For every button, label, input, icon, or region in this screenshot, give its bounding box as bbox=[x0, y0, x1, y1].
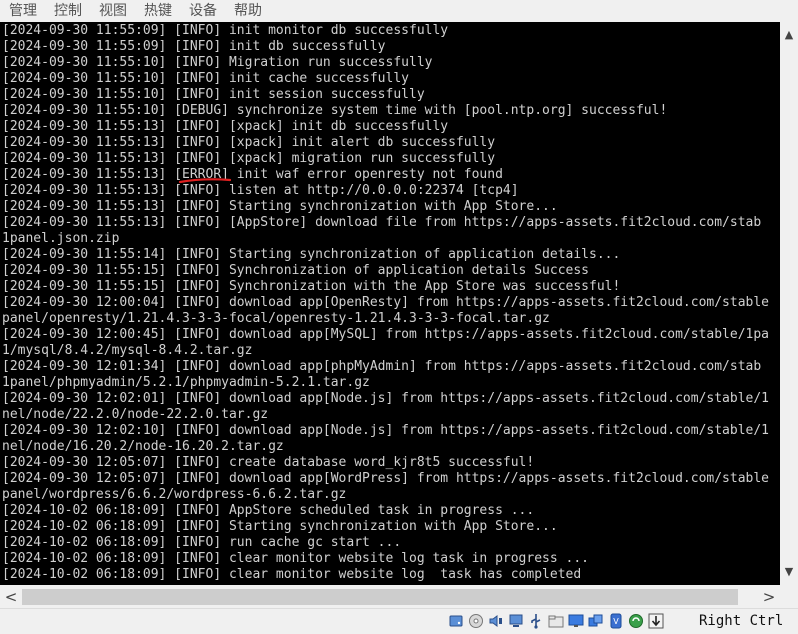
menu-bar: 管理 控制 视图 热键 设备 帮助 bbox=[0, 0, 798, 22]
menu-devices[interactable]: 设备 bbox=[180, 0, 225, 22]
vertical-scrollbar[interactable]: ▲ ▼ bbox=[780, 22, 798, 585]
shared-folders-icon[interactable] bbox=[547, 612, 565, 630]
console-line: [2024-09-30 11:55:13] [INFO] [xpack] ini… bbox=[2, 119, 449, 134]
console-line: [2024-09-30 12:05:07] [INFO] download ap… bbox=[2, 471, 770, 486]
console-line: [2024-09-30 12:02:10] [INFO] download ap… bbox=[2, 423, 770, 438]
scroll-left-arrow[interactable]: < bbox=[2, 586, 20, 608]
console-line: [2024-10-02 06:18:09] [INFO] clear monit… bbox=[2, 567, 582, 582]
scroll-down-arrow[interactable]: ▼ bbox=[780, 563, 798, 581]
menu-view[interactable]: 视图 bbox=[90, 0, 135, 22]
console-line: [2024-09-30 11:55:13] [INFO] [AppStore] … bbox=[2, 215, 762, 230]
console-line: [2024-09-30 11:55:10] [INFO] init cache … bbox=[2, 71, 409, 86]
menu-hotkeys[interactable]: 热键 bbox=[135, 0, 180, 22]
horizontal-scroll-thumb[interactable] bbox=[22, 589, 738, 605]
console-line: [2024-09-30 11:55:10] [INFO] Migration r… bbox=[2, 55, 433, 70]
console-line: [2024-09-30 12:02:01] [INFO] download ap… bbox=[2, 391, 770, 406]
error-underline-mark bbox=[178, 178, 232, 184]
menu-control[interactable]: 控制 bbox=[45, 0, 90, 22]
console-line: panel/openresty/1.21.4.3-3-3-focal/openr… bbox=[2, 311, 550, 326]
console-line: [2024-09-30 11:55:14] [INFO] Starting sy… bbox=[2, 247, 621, 262]
console-output: [2024-09-30 11:55:09] [INFO] init monito… bbox=[2, 23, 769, 583]
console-line: [2024-09-30 12:00:45] [INFO] download ap… bbox=[2, 327, 770, 342]
scroll-up-arrow[interactable]: ▲ bbox=[780, 26, 798, 44]
console-line: [2024-09-30 11:55:13] [INFO] Starting sy… bbox=[2, 199, 558, 214]
console-line: [2024-09-30 11:55:13] [INFO] [xpack] ini… bbox=[2, 135, 496, 150]
menu-manage[interactable]: 管理 bbox=[0, 0, 45, 22]
horizontal-scrollbar[interactable]: < > bbox=[0, 586, 798, 608]
audio-icon[interactable] bbox=[487, 612, 505, 630]
video-capture-icon[interactable] bbox=[587, 612, 605, 630]
usb-icon[interactable] bbox=[527, 612, 545, 630]
display-icon[interactable] bbox=[567, 612, 585, 630]
console-line: [2024-09-30 11:55:13] [ERROR] init waf e… bbox=[2, 167, 503, 182]
console-line: [2024-10-02 06:18:09] [INFO] run cache g… bbox=[2, 535, 402, 550]
console-line: [2024-09-30 12:00:04] [INFO] download ap… bbox=[2, 295, 770, 310]
cpu-icon[interactable]: V bbox=[607, 612, 625, 630]
arrow-down-icon[interactable] bbox=[647, 612, 665, 630]
console-line: [2024-10-02 06:18:09] [INFO] AppStore sc… bbox=[2, 503, 535, 518]
host-key-label: Right Ctrl bbox=[699, 613, 784, 629]
console-line: panel/wordpress/6.6.2/wordpress-6.6.2.ta… bbox=[2, 487, 347, 502]
optical-drive-icon[interactable] bbox=[467, 612, 485, 630]
console-line: [2024-09-30 11:55:15] [INFO] Synchroniza… bbox=[2, 279, 621, 294]
console-line: [2024-09-30 11:55:13] [INFO] [xpack] mig… bbox=[2, 151, 496, 166]
hard-disk-icon[interactable] bbox=[447, 612, 465, 630]
console-line: [2024-09-30 11:55:10] [DEBUG] synchroniz… bbox=[2, 103, 668, 118]
console-line: 1panel/phpmyadmin/5.2.1/phpmyadmin-5.2.1… bbox=[2, 375, 370, 390]
console-line: 1panel.json.zip bbox=[2, 231, 120, 246]
scroll-right-arrow[interactable]: > bbox=[760, 586, 778, 608]
console-line: [2024-09-30 11:55:09] [INFO] init db suc… bbox=[2, 39, 386, 54]
console-line: [2024-09-30 11:55:10] [INFO] init sessio… bbox=[2, 87, 425, 102]
status-bar: V Right Ctrl bbox=[0, 608, 798, 634]
console-line: [2024-10-02 06:18:09] [INFO] Starting sy… bbox=[2, 519, 558, 534]
vm-console-screen[interactable]: [2024-09-30 11:55:09] [INFO] init monito… bbox=[0, 22, 780, 585]
console-line: [2024-09-30 12:05:07] [INFO] create data… bbox=[2, 455, 535, 470]
console-line: [2024-09-30 11:55:15] [INFO] Synchroniza… bbox=[2, 263, 589, 278]
console-line: nel/node/16.20.2/node-16.20.2.tar.gz bbox=[2, 439, 284, 454]
console-line: 1/mysql/8.4.2/mysql-8.4.2.tar.gz bbox=[2, 343, 253, 358]
console-line: nel/node/22.2.0/node-22.2.0.tar.gz bbox=[2, 407, 269, 422]
recording-icon[interactable] bbox=[627, 612, 645, 630]
console-line: [2024-10-02 06:18:09] [INFO] clear monit… bbox=[2, 551, 589, 566]
console-line: [2024-09-30 12:01:34] [INFO] download ap… bbox=[2, 359, 762, 374]
network-icon[interactable] bbox=[507, 612, 525, 630]
svg-text:V: V bbox=[613, 617, 619, 626]
menu-help[interactable]: 帮助 bbox=[225, 0, 270, 22]
console-line: [2024-09-30 11:55:09] [INFO] init monito… bbox=[2, 23, 449, 38]
console-line: [2024-09-30 11:55:13] [INFO] listen at h… bbox=[2, 183, 519, 198]
